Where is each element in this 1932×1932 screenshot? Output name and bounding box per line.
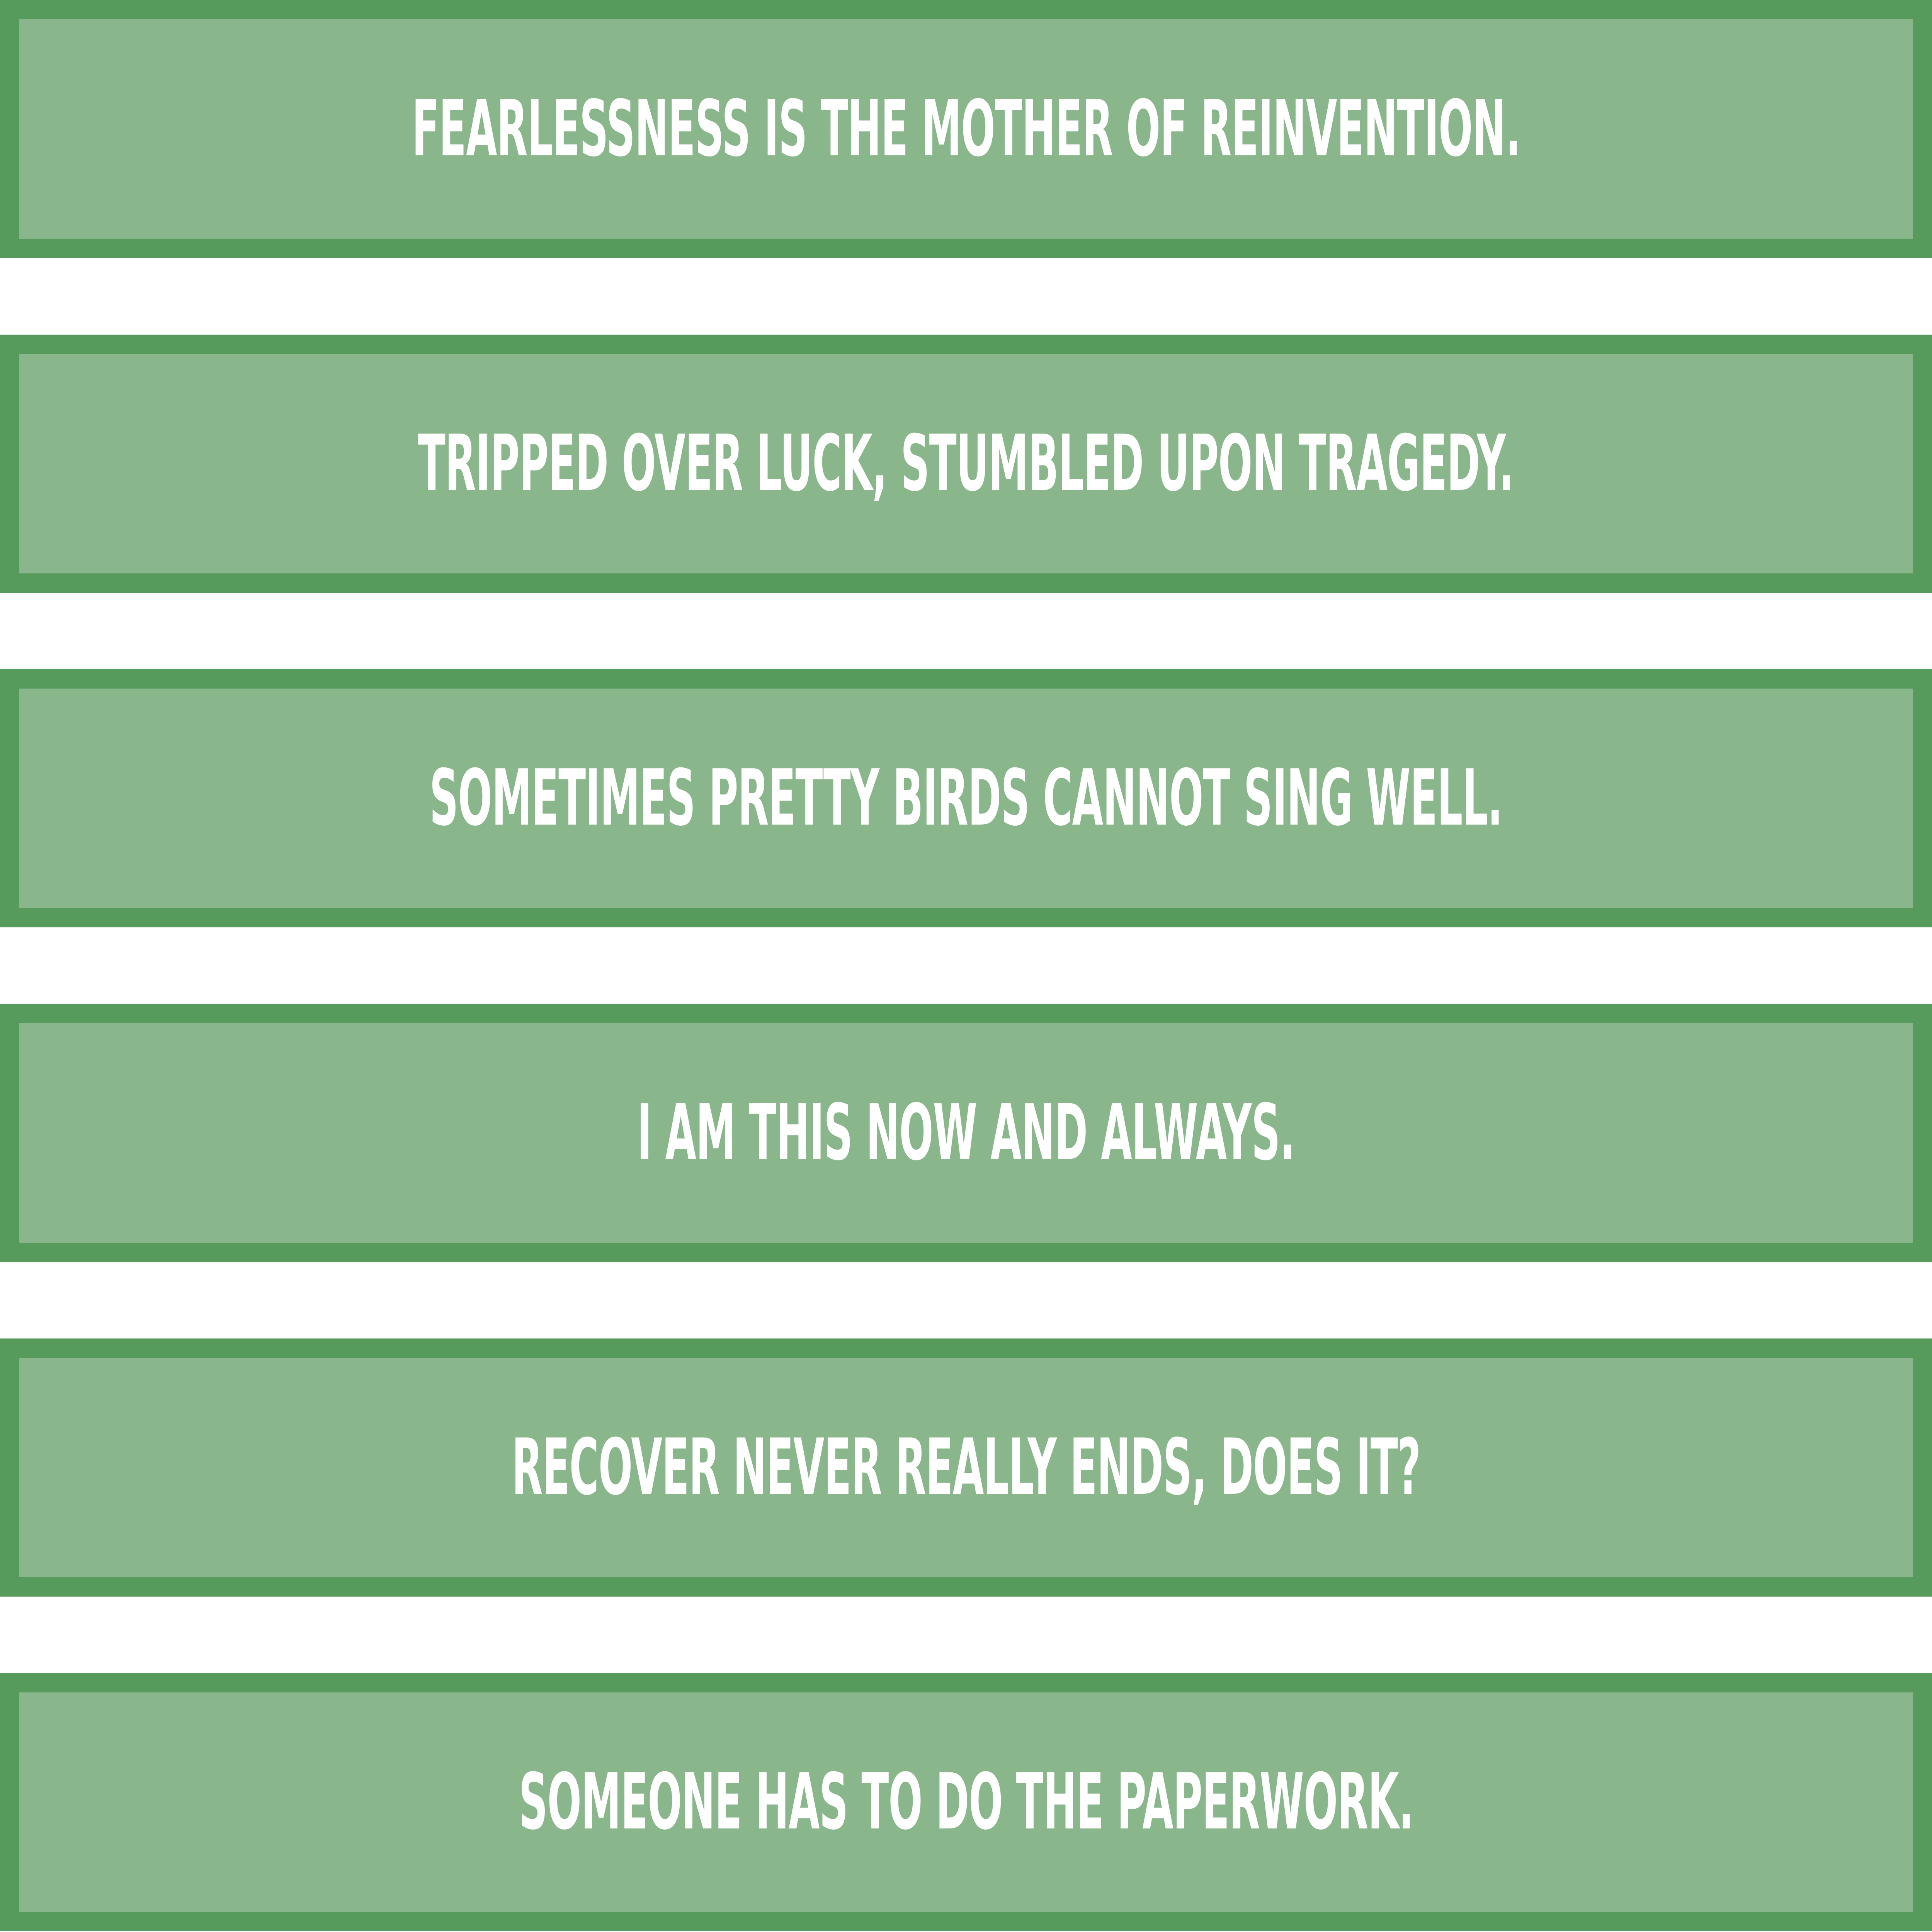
quote-banner-2: Tripped over luck, stumbled upon tragedy… — [0, 335, 1932, 593]
quote-text-2: Tripped over luck, stumbled upon tragedy… — [418, 418, 1514, 509]
quote-text-1: Fearlessness is the mother of reinventio… — [412, 84, 1521, 174]
quote-text-3: Sometimes pretty birds cannot sing well. — [429, 753, 1503, 843]
quote-text-4: I am this now and always. — [637, 1088, 1295, 1178]
quote-banner-1: Fearlessness is the mother of reinventio… — [0, 0, 1932, 258]
quote-banner-4: I am this now and always. — [0, 1004, 1932, 1262]
quote-banner-sheet: Fearlessness is the mother of reinventio… — [0, 0, 1932, 1932]
quote-banner-6: Someone has to do the paperwork. — [0, 1673, 1932, 1931]
quote-banner-3: Sometimes pretty birds cannot sing well. — [0, 669, 1932, 927]
quote-banner-5: Recover never really ends, does it? — [0, 1338, 1932, 1597]
quote-text-6: Someone has to do the paperwork. — [519, 1757, 1413, 1847]
quote-text-5: Recover never really ends, does it? — [512, 1422, 1421, 1512]
